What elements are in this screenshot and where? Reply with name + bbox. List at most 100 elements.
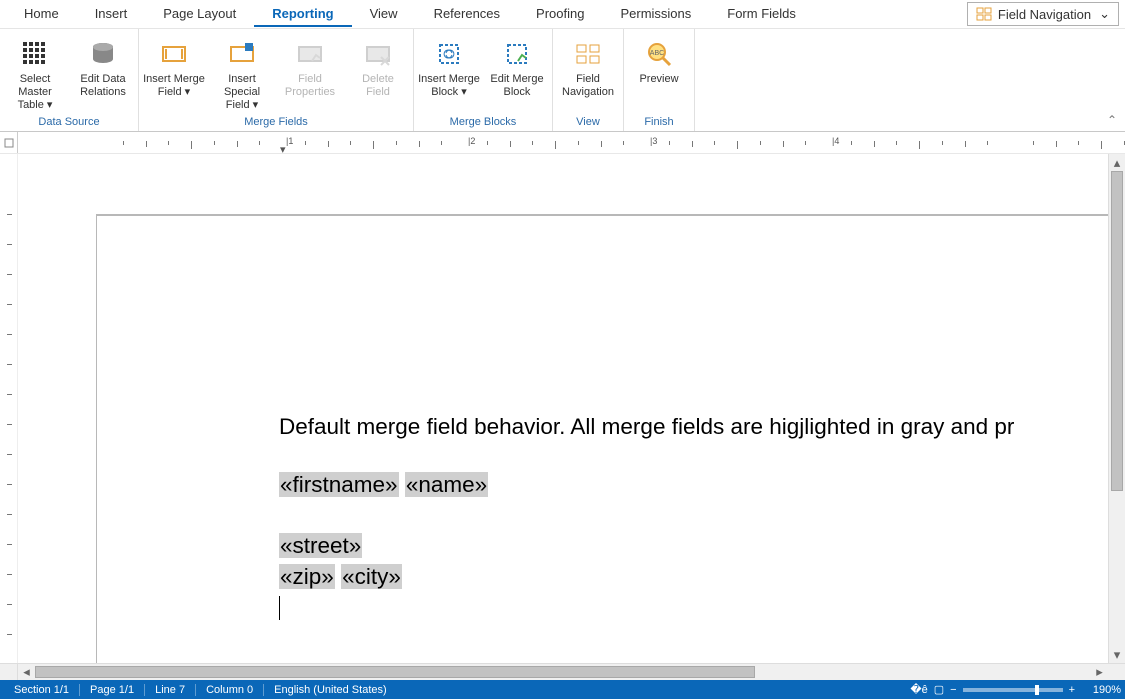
ribbon-group-view: Field Navigation View [553,29,624,131]
ribbon-group-label: Data Source [38,114,99,131]
menu-tab-permissions[interactable]: Permissions [602,2,709,27]
ribbon-group-finish: ABC Preview Finish [624,29,695,131]
ribbon-group-data-source: Select Master Table ▾ Edit Data Relations… [0,29,139,131]
zoom-controls: �ê ▢ − + 190% [910,683,1121,696]
menu-tab-reporting[interactable]: Reporting [254,2,351,27]
insert-merge-block-button[interactable]: Insert Merge Block ▾ [416,33,482,114]
merge-field[interactable]: «street» [279,533,362,558]
menu-tab-view[interactable]: View [352,2,416,27]
document-line[interactable]: «firstname» «name» [279,470,1108,500]
preview-label: Preview [639,73,678,86]
fprops-icon [293,37,327,71]
zoom-slider-thumb[interactable] [1035,685,1039,695]
delete-field-button: Delete Field [345,33,411,114]
document-line[interactable]: «street» [279,531,1108,561]
field-navigation-label: Field Navigation [562,73,614,99]
menu-bar: HomeInsertPage LayoutReportingViewRefere… [0,0,1125,28]
vertical-scrollbar[interactable]: ▴ ▾ [1108,154,1125,663]
vertical-ruler[interactable] [0,154,18,663]
insert-merge-field-button[interactable]: Insert Merge Field ▾ [141,33,207,114]
field-navigation-dropdown[interactable]: Field Navigation ⌄ [967,2,1119,26]
text-span[interactable] [399,472,405,497]
field-properties-label: Field Properties [285,73,335,99]
text-cursor [279,592,1108,622]
preview-icon: ABC [642,37,676,71]
ribbon-group-merge-fields: Insert Merge Field ▾Insert Special Field… [139,29,414,131]
status-bar: Section 1/1 Page 1/1 Line 7 Column 0 Eng… [0,680,1125,699]
ribbon-group-label: Merge Blocks [450,114,517,131]
vscroll-thumb[interactable] [1111,171,1123,491]
status-page[interactable]: Page 1/1 [80,684,145,696]
sfield-icon [225,37,259,71]
svg-text:ABC: ABC [650,50,664,57]
scroll-up-button[interactable]: ▴ [1109,154,1125,171]
select-master-table-button[interactable]: Select Master Table ▾ [2,33,68,114]
chevron-down-icon: ⌄ [1099,6,1110,22]
document-line[interactable] [279,501,1108,531]
editor-area: Default merge field behavior. All merge … [0,154,1125,663]
ribbon-group-label: Merge Fields [244,114,308,131]
fnav-icon [571,37,605,71]
zoom-value[interactable]: 190% [1081,684,1121,696]
mblock-icon [432,37,466,71]
ribbon-group-label: Finish [644,114,673,131]
scroll-down-button[interactable]: ▾ [1109,646,1125,663]
select-master-table-label: Select Master Table ▾ [2,73,68,112]
menu-tab-proofing[interactable]: Proofing [518,2,602,27]
page[interactable]: Default merge field behavior. All merge … [96,214,1108,663]
merge-field[interactable]: «city» [341,564,402,589]
edit-merge-block-button[interactable]: Edit Merge Block [484,33,550,114]
scroll-right-button[interactable]: ▸ [1091,664,1108,680]
preview-button[interactable]: ABC Preview [626,33,692,114]
scroll-left-button[interactable]: ◂ [18,664,35,680]
mfield-icon [157,37,191,71]
menu-tab-form-fields[interactable]: Form Fields [709,2,814,27]
database-icon [86,37,120,71]
zoom-out-button[interactable]: − [950,684,956,696]
status-column[interactable]: Column 0 [196,684,264,696]
zoom-in-button[interactable]: + [1069,684,1075,696]
ribbon-group-label: View [576,114,600,131]
edit-data-relations-button[interactable]: Edit Data Relations [70,33,136,114]
ruler-corner [0,132,18,153]
merge-field[interactable]: «zip» [279,564,335,589]
menu-tab-insert[interactable]: Insert [77,2,146,27]
document-viewport[interactable]: Default merge field behavior. All merge … [18,154,1108,663]
hscroll-track[interactable] [35,664,1091,680]
field-nav-icon [976,6,992,22]
merge-field[interactable]: «name» [405,472,488,497]
edit-data-relations-label: Edit Data Relations [80,73,126,99]
zoom-slider[interactable] [963,688,1063,692]
hscroll-thumb[interactable] [35,666,755,678]
ribbon-group-merge-blocks: Insert Merge Block ▾ Edit Merge Block Merg… [414,29,553,131]
field-properties-button: Field Properties [277,33,343,114]
insert-merge-field-label: Insert Merge Field ▾ [143,73,205,99]
horizontal-scrollbar[interactable]: ◂ ▸ [18,664,1108,680]
status-language[interactable]: English (United States) [264,684,397,696]
field-navigation-label: Field Navigation [998,7,1091,22]
menu-tab-references[interactable]: References [416,2,518,27]
horizontal-scrollbar-row: ◂ ▸ [0,663,1125,680]
insert-special-field-label: Insert Special Field ▾ [209,73,275,112]
insert-merge-block-label: Insert Merge Block ▾ [418,73,480,99]
menu-tab-page-layout[interactable]: Page Layout [145,2,254,27]
grid-icon [18,37,52,71]
eblock-icon [500,37,534,71]
vscroll-track[interactable] [1109,171,1125,646]
delete-field-label: Delete Field [362,73,394,99]
fdel-icon [361,37,395,71]
document-text[interactable]: Default merge field behavior. All merge … [279,412,1108,442]
collapse-ribbon-button[interactable]: ⌃ [1107,113,1117,127]
fit-page-icon[interactable]: ▢ [934,683,944,696]
menu-tab-home[interactable]: Home [6,2,77,27]
ribbon: Select Master Table ▾ Edit Data Relations… [0,28,1125,132]
status-section[interactable]: Section 1/1 [4,684,80,696]
insert-special-field-button[interactable]: Insert Special Field ▾ [209,33,275,114]
fit-width-icon[interactable]: �ê [910,683,927,696]
edit-merge-block-label: Edit Merge Block [490,73,543,99]
horizontal-ruler[interactable]: |1|2|3|4▾ [0,132,1125,154]
document-line[interactable]: «zip» «city» [279,562,1108,592]
field-navigation-button[interactable]: Field Navigation [555,33,621,114]
merge-field[interactable]: «firstname» [279,472,399,497]
status-line[interactable]: Line 7 [145,684,196,696]
